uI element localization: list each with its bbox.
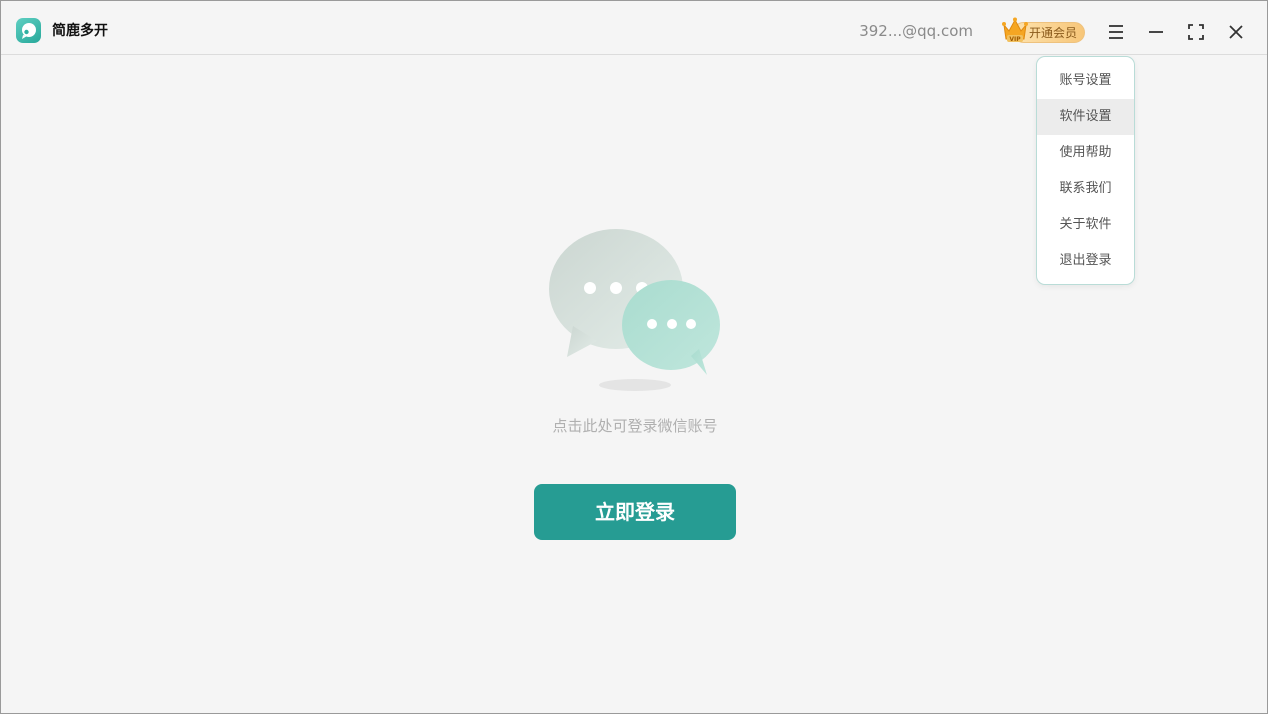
settings-dropdown-menu: 账号设置 软件设置 使用帮助 联系我们 关于软件 退出登录 [1036, 56, 1135, 285]
login-hint-text[interactable]: 点击此处可登录微信账号 [485, 416, 785, 436]
chat-bubbles-icon [541, 221, 731, 396]
maximize-icon[interactable] [1183, 19, 1209, 45]
app-window: 简鹿多开 392...@qq.com VIP 开通会员 点击此处可登录微信账号 … [0, 0, 1268, 714]
menu-item-account-settings[interactable]: 账号设置 [1037, 63, 1134, 99]
speech-bubble-logo-icon [16, 18, 41, 43]
app-title: 简鹿多开 [52, 23, 108, 39]
close-icon[interactable] [1223, 19, 1249, 45]
login-now-button[interactable]: 立即登录 [534, 484, 736, 540]
crown-icon: VIP [1002, 17, 1028, 43]
menu-item-help[interactable]: 使用帮助 [1037, 135, 1134, 171]
menu-item-contact-us[interactable]: 联系我们 [1037, 171, 1134, 207]
minimize-icon[interactable] [1143, 19, 1169, 45]
vip-membership-button[interactable]: VIP 开通会员 [1001, 16, 1087, 46]
menu-item-about[interactable]: 关于软件 [1037, 207, 1134, 243]
title-bar[interactable]: 简鹿多开 392...@qq.com VIP 开通会员 [1, 1, 1267, 55]
vip-button-label: 开通会员 [1029, 26, 1078, 40]
menu-icon[interactable] [1103, 19, 1129, 45]
account-email: 392...@qq.com [859, 22, 973, 40]
vip-badge-text: VIP [1009, 36, 1021, 43]
menu-item-software-settings[interactable]: 软件设置 [1037, 99, 1134, 135]
menu-item-logout[interactable]: 退出登录 [1037, 243, 1134, 279]
